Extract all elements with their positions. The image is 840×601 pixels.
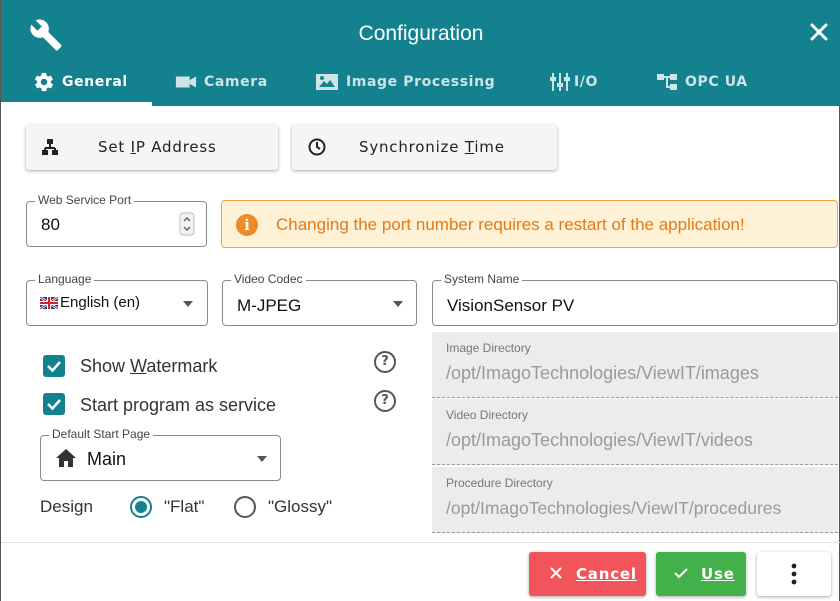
chevron-down-icon bbox=[257, 456, 267, 462]
design-label: Design bbox=[40, 497, 93, 516]
synchronize-time-label: Synchronize Time bbox=[359, 138, 505, 156]
design-flat-label: "Flat" bbox=[164, 497, 205, 516]
web-service-port-value: 80 bbox=[41, 215, 60, 234]
tab-opc-ua[interactable]: OPC UA bbox=[656, 58, 748, 106]
procedure-directory-label: Procedure Directory bbox=[446, 476, 553, 490]
image-directory-label: Image Directory bbox=[446, 341, 531, 355]
info-icon: i bbox=[236, 214, 258, 236]
tab-camera-label: Camera bbox=[204, 74, 268, 90]
default-start-page-label: Default Start Page bbox=[49, 427, 154, 441]
video-directory-field: Video Directory /opt/ImagoTechnologies/V… bbox=[432, 399, 838, 465]
tab-bar: General Camera Image Processing I/O OPC … bbox=[1, 58, 840, 106]
help-icon[interactable]: ? bbox=[374, 351, 396, 373]
language-select[interactable]: Language English (en) bbox=[26, 272, 208, 326]
video-codec-label: Video Codec bbox=[231, 272, 306, 286]
checkmark-icon bbox=[47, 361, 61, 373]
io-icon bbox=[550, 73, 570, 91]
image-processing-icon bbox=[316, 74, 338, 90]
clock-icon bbox=[308, 138, 326, 156]
video-directory-label: Video Directory bbox=[446, 408, 528, 422]
chevron-down-icon bbox=[183, 301, 193, 307]
set-ip-address-label: Set IP Address bbox=[98, 138, 217, 156]
checkmark-icon bbox=[47, 399, 61, 411]
footer-divider bbox=[1, 542, 840, 543]
procedure-directory-field: Procedure Directory /opt/ImagoTechnologi… bbox=[432, 467, 838, 533]
opc-ua-icon bbox=[657, 74, 677, 90]
design-glossy-radio[interactable] bbox=[234, 496, 256, 518]
active-tab-indicator bbox=[1, 102, 152, 106]
tab-image-processing[interactable]: Image Processing bbox=[315, 58, 495, 106]
stepper-icon[interactable] bbox=[179, 212, 195, 236]
tab-general-label: General bbox=[62, 74, 128, 90]
start-as-service-label: Start program as service bbox=[80, 395, 277, 415]
web-service-port-label: Web Service Port bbox=[35, 193, 135, 207]
chevron-down-icon bbox=[393, 301, 403, 307]
video-codec-value: M-JPEG bbox=[237, 296, 302, 315]
close-icon[interactable] bbox=[807, 20, 831, 44]
alert-text: Changing the port number requires a rest… bbox=[276, 215, 745, 234]
design-flat-radio[interactable] bbox=[130, 496, 152, 518]
close-icon bbox=[550, 567, 562, 579]
network-icon bbox=[42, 139, 58, 155]
video-camera-icon bbox=[175, 76, 197, 88]
help-icon[interactable]: ? bbox=[374, 390, 396, 412]
show-watermark-checkbox[interactable] bbox=[43, 355, 65, 377]
tab-io-label: I/O bbox=[574, 74, 599, 90]
image-directory-field: Image Directory /opt/ImagoTechnologies/V… bbox=[432, 332, 838, 398]
system-name-label: System Name bbox=[441, 272, 523, 286]
synchronize-time-button[interactable]: Synchronize Time bbox=[292, 125, 557, 170]
design-glossy-label: "Glossy" bbox=[268, 497, 333, 516]
tab-general[interactable]: General bbox=[33, 58, 128, 106]
checkmark-icon bbox=[674, 568, 688, 579]
tab-image-processing-label: Image Processing bbox=[346, 74, 496, 90]
language-value: English (en) bbox=[60, 294, 141, 311]
web-service-port-field[interactable]: Web Service Port 80 bbox=[26, 193, 207, 247]
cancel-button[interactable]: Cancel bbox=[529, 552, 646, 596]
uk-flag-icon bbox=[40, 297, 58, 309]
use-label: Use bbox=[701, 565, 735, 583]
tab-camera[interactable]: Camera bbox=[175, 58, 268, 106]
language-label: Language bbox=[35, 272, 95, 286]
dialog-title: Configuration bbox=[358, 22, 484, 45]
image-directory-value: /opt/ImagoTechnologies/ViewIT/images bbox=[446, 363, 759, 383]
procedure-directory-value: /opt/ImagoTechnologies/ViewIT/procedures bbox=[446, 498, 782, 518]
show-watermark-label: Show Watermark bbox=[80, 356, 218, 376]
start-as-service-checkbox[interactable] bbox=[43, 393, 65, 415]
port-restart-alert: i Changing the port number requires a re… bbox=[221, 200, 838, 248]
home-icon bbox=[56, 449, 76, 467]
use-button[interactable]: Use bbox=[656, 552, 746, 596]
video-directory-value: /opt/ImagoTechnologies/ViewIT/videos bbox=[446, 430, 753, 450]
video-codec-select[interactable]: Video Codec M-JPEG bbox=[222, 272, 417, 326]
more-vertical-icon bbox=[791, 563, 797, 585]
tab-opc-ua-label: OPC UA bbox=[685, 74, 748, 90]
gear-icon bbox=[34, 72, 54, 92]
default-start-page-select[interactable]: Default Start Page Main bbox=[40, 427, 281, 481]
configuration-dialog: Configuration General Camera Image Proce… bbox=[0, 0, 840, 601]
set-ip-address-button[interactable]: Set IP Address bbox=[26, 125, 278, 170]
tab-io[interactable]: I/O bbox=[549, 58, 598, 106]
system-name-field[interactable]: System Name VisionSensor PV bbox=[432, 272, 838, 326]
more-options-button[interactable] bbox=[757, 552, 831, 596]
default-start-page-value: Main bbox=[87, 449, 127, 469]
system-name-value: VisionSensor PV bbox=[447, 296, 575, 315]
cancel-label: Cancel bbox=[576, 565, 637, 583]
